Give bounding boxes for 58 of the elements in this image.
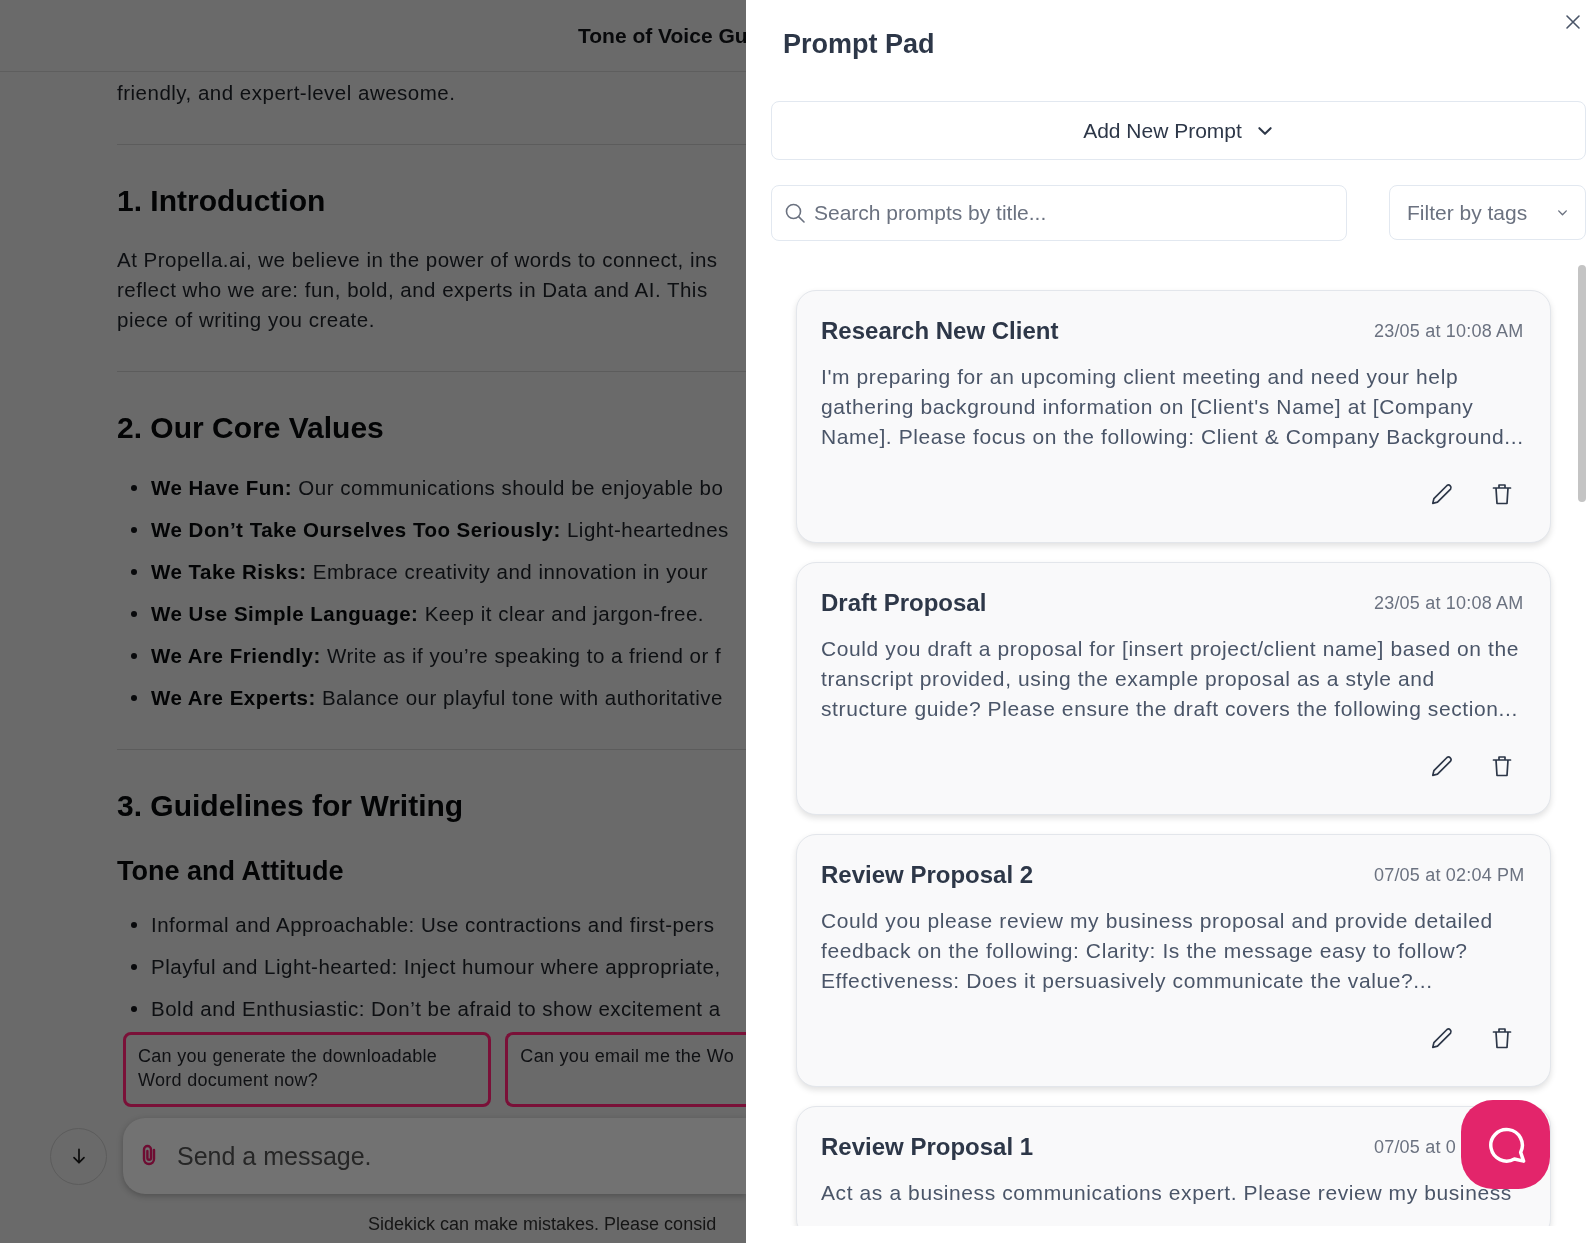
close-icon	[1565, 14, 1581, 30]
list-item-text: We Take Risks: Embrace creativity and innovation in your	[151, 559, 709, 585]
add-prompt-button[interactable]: Add New Prompt	[771, 101, 1586, 160]
pencil-icon	[1430, 754, 1454, 778]
trash-icon	[1490, 754, 1514, 778]
bullet-icon	[131, 922, 137, 928]
search-field[interactable]: Search prompts by title...	[771, 185, 1347, 241]
paragraph: At Propella.ai, we believe in the power of words to connect, ins reflect who we are: fun, bold, and experts in Data and AI. This piece of writing you create.	[117, 247, 719, 333]
list-item-text: We Are Experts: Balance our playful tone with authoritative	[151, 685, 723, 711]
bullet-icon	[131, 964, 137, 970]
disclaimer-text: Sidekick can make mistakes. Please consid	[368, 1214, 717, 1234]
prompt-title: Research New Client	[821, 317, 1059, 345]
trash-icon	[1490, 482, 1514, 506]
list-item-text: We Use Simple Language: Keep it clear and jargon-free.	[151, 601, 704, 627]
document-title: Tone of Voice Gu	[578, 23, 746, 48]
prompt-date: 23/05 at 10:08 AM	[1374, 320, 1525, 342]
scrollbar-thumb[interactable]	[1578, 265, 1586, 502]
list-item-text: We Don’t Take Ourselves Too Seriously: Light-heartednes	[151, 517, 729, 543]
section-heading: 3. Guidelines for Writing	[117, 788, 465, 824]
bullet-icon	[131, 1006, 137, 1012]
list-item-text: We Are Friendly: Write as if you’re speaking to a friend or f	[151, 643, 722, 669]
section-heading: 2. Our Core Values	[117, 410, 385, 446]
suggestion-button[interactable]: Can you generate the downloadable Word document now?	[123, 1032, 492, 1107]
panel-title: Prompt Pad	[783, 28, 935, 60]
bullet-icon	[131, 485, 137, 491]
prompt-text: I'm preparing for an upcoming client meeting and need your help gathering background information on [Client's Name] at [Company Name]. Please focus on the following: Client & Company Background...	[821, 364, 1525, 450]
prompt-title: Review Proposal 1	[821, 1133, 1034, 1161]
prompt-card[interactable]	[796, 562, 1551, 815]
paragraph: friendly, and expert-level awesome.	[117, 80, 457, 106]
suggestion-button[interactable]: Can you email me the Wo	[505, 1032, 746, 1107]
prompt-title: Draft Proposal	[821, 589, 987, 617]
prompt-title: Review Proposal 2	[821, 861, 1034, 889]
list-item-text: Bold and Enthusiastic: Don’t be afraid to show excitement a	[151, 996, 721, 1022]
prompt-card[interactable]: Review Proposal 1 07/05 at 0 Act as a business communications expert. Please review my business	[796, 1106, 1551, 1226]
section-heading: 1. Introduction	[117, 183, 327, 219]
prompt-date: 07/05 at 02:04 PM	[1374, 864, 1526, 886]
list-item-text: Playful and Light-hearted: Inject humour where appropriate,	[151, 954, 721, 980]
prompt-card[interactable]	[796, 290, 1551, 543]
trash-icon	[1490, 1026, 1514, 1050]
list-item-text: Informal and Approachable: Use contractions and first-pers	[151, 912, 715, 938]
prompt-text: Could you draft a proposal for [insert project/client name] based on the transcript provided, using the example proposal as a style and structure guide? Please ensure the draft covers the following section...	[821, 636, 1521, 722]
bullet-icon	[131, 569, 137, 575]
bullet-icon	[131, 611, 137, 617]
pencil-icon	[1430, 482, 1454, 506]
subsection-heading: Tone and Attitude	[117, 855, 345, 888]
bullet-icon	[131, 527, 137, 533]
bullet-icon	[131, 695, 137, 701]
search-icon	[785, 203, 805, 223]
prompt-date: 07/05 at 0	[1374, 1136, 1458, 1158]
message-field[interactable]: Send a message.	[123, 1118, 746, 1194]
prompt-text: Act as a business communications expert. Please review my business	[821, 1180, 1513, 1206]
prompt-text: Could you please review my business proposal and provide detailed feedback on the following: Clarity: Is the message easy to follow? Effectiveness: Does it persuasively communicate the value?...	[821, 908, 1494, 994]
pencil-icon	[1430, 1026, 1454, 1050]
list-item-text: We Have Fun: Our communications should be enjoyable bo	[151, 475, 724, 501]
prompt-card[interactable]	[796, 834, 1551, 1087]
filter-dropdown[interactable]: Filter by tags	[1389, 185, 1586, 240]
bullet-icon	[131, 653, 137, 659]
prompt-date: 23/05 at 10:08 AM	[1374, 592, 1525, 614]
